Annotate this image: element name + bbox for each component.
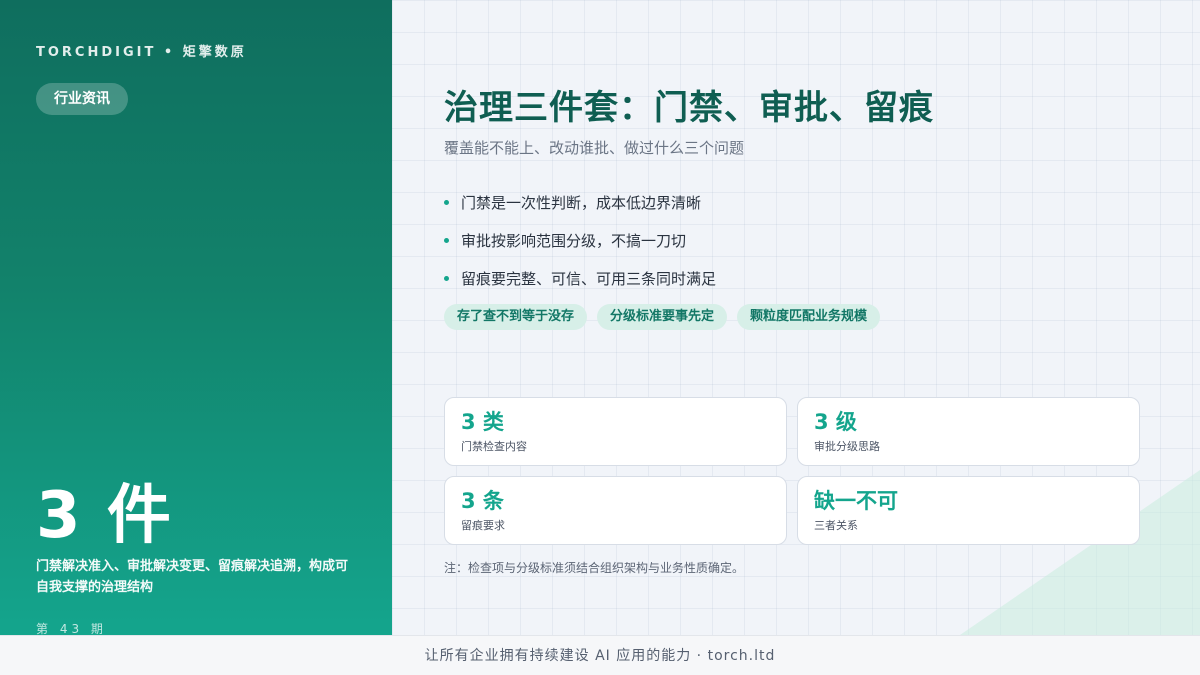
stat-label: 三者关系	[814, 519, 858, 532]
left-panel: TORCHDIGIT • 矩擎数原 行业资讯 3 件 门禁解决准入、审批解决变更…	[0, 0, 392, 636]
category-tag: 行业资讯	[36, 83, 128, 115]
bullet-item: 留痕要完整、可信、可用三条同时满足	[444, 259, 716, 297]
bullet-dot-icon	[444, 199, 449, 205]
bullet-dot-icon	[444, 275, 449, 281]
stat-card: 3 级 审批分级思路	[797, 397, 1140, 466]
bullet-text: 审批按影响范围分级，不搞一刀切	[461, 231, 687, 250]
stat-label: 门禁检查内容	[461, 440, 527, 453]
page-subtitle: 覆盖能不能上、改动谁批、做过什么三个问题	[444, 139, 745, 157]
highlight-value: 3 件	[36, 479, 173, 553]
bullet-item: 审批按影响范围分级，不搞一刀切	[444, 221, 716, 259]
stat-value: 3 类	[461, 410, 504, 434]
bullet-text: 门禁是一次性判断，成本低边界清晰	[461, 193, 702, 212]
stat-card: 3 条 留痕要求	[444, 476, 787, 545]
stat-value: 缺一不可	[814, 489, 898, 513]
stat-card: 3 类 门禁检查内容	[444, 397, 787, 466]
footer-slogan: 让所有企业拥有持续建设 AI 应用的能力 · torch.ltd	[0, 635, 1200, 675]
tag-chip: 分级标准要事先定	[597, 304, 728, 330]
stat-label: 留痕要求	[461, 519, 505, 532]
bullet-item: 门禁是一次性判断，成本低边界清晰	[444, 183, 716, 221]
stat-label: 审批分级思路	[814, 440, 880, 453]
bullet-list: 门禁是一次性判断，成本低边界清晰 审批按影响范围分级，不搞一刀切 留痕要完整、可…	[444, 183, 716, 297]
page-title: 治理三件套：门禁、审批、留痕	[444, 88, 934, 128]
tag-chip: 存了查不到等于没存	[444, 304, 588, 330]
brand-name: TORCHDIGIT • 矩擎数原	[36, 45, 247, 60]
bullet-text: 留痕要完整、可信、可用三条同时满足	[461, 269, 717, 288]
stats-grid: 3 类 门禁检查内容 3 级 审批分级思路 3 条 留痕要求 缺一不可 三者关系	[444, 397, 1140, 545]
stat-value: 3 级	[814, 410, 857, 434]
highlight-description: 门禁解决准入、审批解决变更、留痕解决追溯，构成可自我支撑的治理结构	[36, 559, 349, 595]
tag-chips: 存了查不到等于没存 分级标准要事先定 颗粒度匹配业务规模	[444, 304, 881, 330]
main-content: 治理三件套：门禁、审批、留痕 覆盖能不能上、改动谁批、做过什么三个问题 门禁是一…	[392, 0, 1200, 635]
stat-value: 3 条	[461, 489, 504, 513]
footnote: 注：检查项与分级标准须结合组织架构与业务性质确定。	[444, 561, 745, 575]
bullet-dot-icon	[444, 237, 449, 243]
stat-card: 缺一不可 三者关系	[797, 476, 1140, 545]
tag-chip: 颗粒度匹配业务规模	[737, 304, 881, 330]
